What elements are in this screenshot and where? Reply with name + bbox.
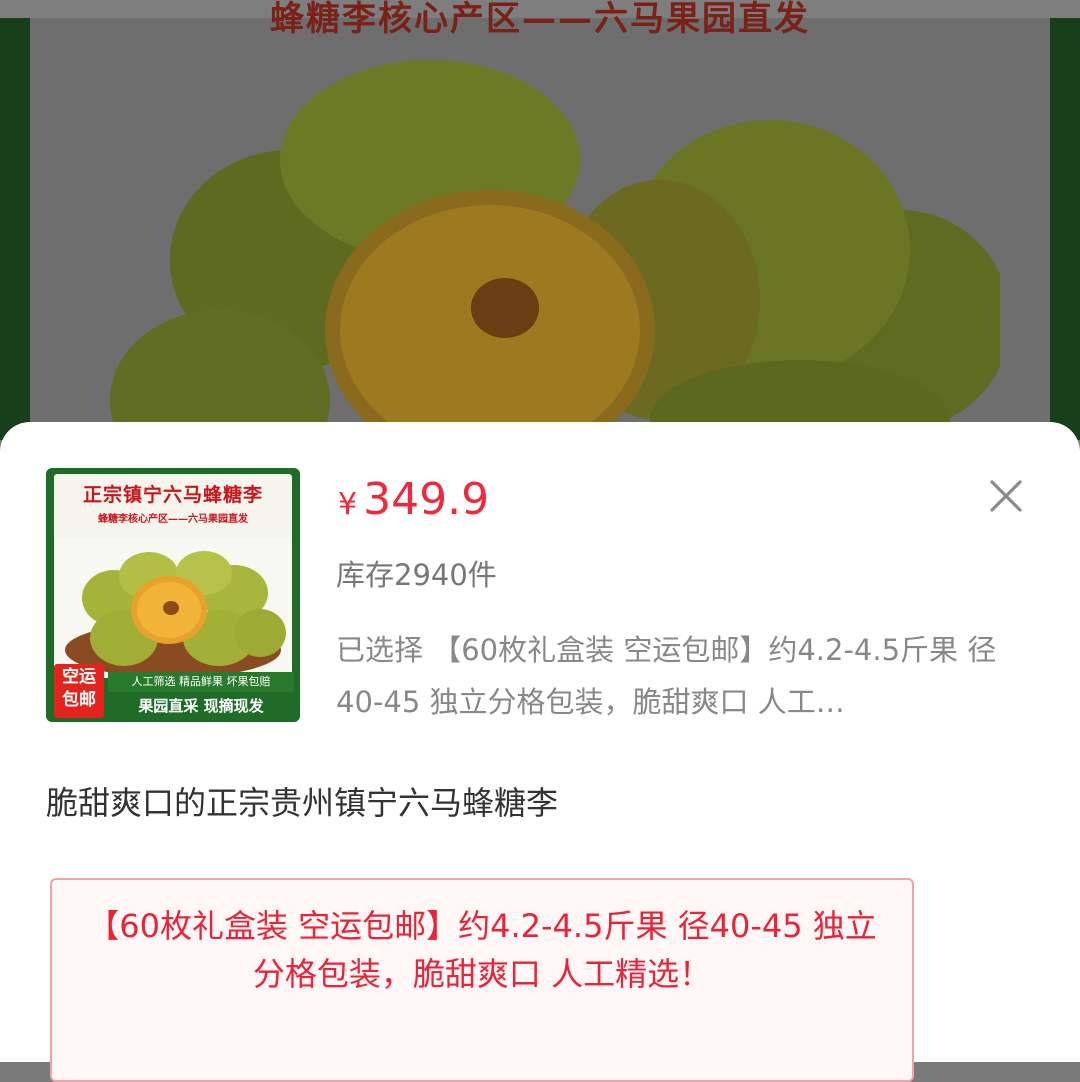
image-border-left bbox=[0, 18, 30, 440]
thumbnail-title: 正宗镇宁六马蜂糖李 bbox=[82, 484, 263, 506]
thumbnail-bar-2: 果园直采 现摘现发 bbox=[108, 694, 294, 718]
thumbnail-subtitle: 蜂糖李核心产区——六马果园直发 bbox=[98, 514, 248, 525]
thumbnail-photo bbox=[54, 538, 292, 678]
stock-count: 库存2940件 bbox=[336, 558, 497, 592]
image-border-right bbox=[1050, 18, 1080, 440]
thumbnail-plums-icon bbox=[65, 551, 286, 678]
background-banner-text: 蜂糖李核心产区——六马果园直发 bbox=[270, 0, 810, 39]
selected-sku-summary: 已选择 【60枚礼盒装 空运包邮】约4.2-4.5斤果 径40-45 独立分格包… bbox=[336, 633, 997, 719]
close-icon[interactable] bbox=[982, 472, 1030, 520]
product-thumbnail[interactable]: 正宗镇宁六马蜂糖李 蜂糖李核心产区——六马果园直发 空运 包邮 人工筛选 精品鲜… bbox=[46, 468, 300, 722]
plums-illustration bbox=[110, 60, 1000, 440]
product-image-background: 蜂糖李核心产区——六马果园直发 bbox=[0, 0, 1080, 440]
thumbnail-header: 正宗镇宁六马蜂糖李 蜂糖李核心产区——六马果园直发 bbox=[54, 474, 292, 544]
sku-option-button[interactable]: 【60枚礼盒装 空运包邮】约4.2-4.5斤果 径40-45 独立分格包装，脆甜… bbox=[50, 878, 914, 1082]
thumbnail-bar-1: 人工筛选 精品鲜果 坏果包赔 bbox=[108, 672, 294, 692]
sku-option-label: 【60枚礼盒装 空运包邮】约4.2-4.5斤果 径40-45 独立分格包装，脆甜… bbox=[87, 907, 877, 993]
close-icon-glyph bbox=[990, 480, 1022, 512]
sku-selection-sheet: 正宗镇宁六马蜂糖李 蜂糖李核心产区——六马果园直发 空运 包邮 人工筛选 精品鲜… bbox=[0, 422, 1080, 1082]
currency-symbol: ¥ bbox=[338, 487, 358, 522]
price-value: 349.9 bbox=[363, 474, 490, 525]
product-description: 脆甜爽口的正宗贵州镇宁六马蜂糖李 bbox=[46, 784, 559, 822]
thumbnail-badge: 空运 包邮 bbox=[54, 664, 104, 718]
price: ¥349.9 bbox=[338, 474, 489, 525]
